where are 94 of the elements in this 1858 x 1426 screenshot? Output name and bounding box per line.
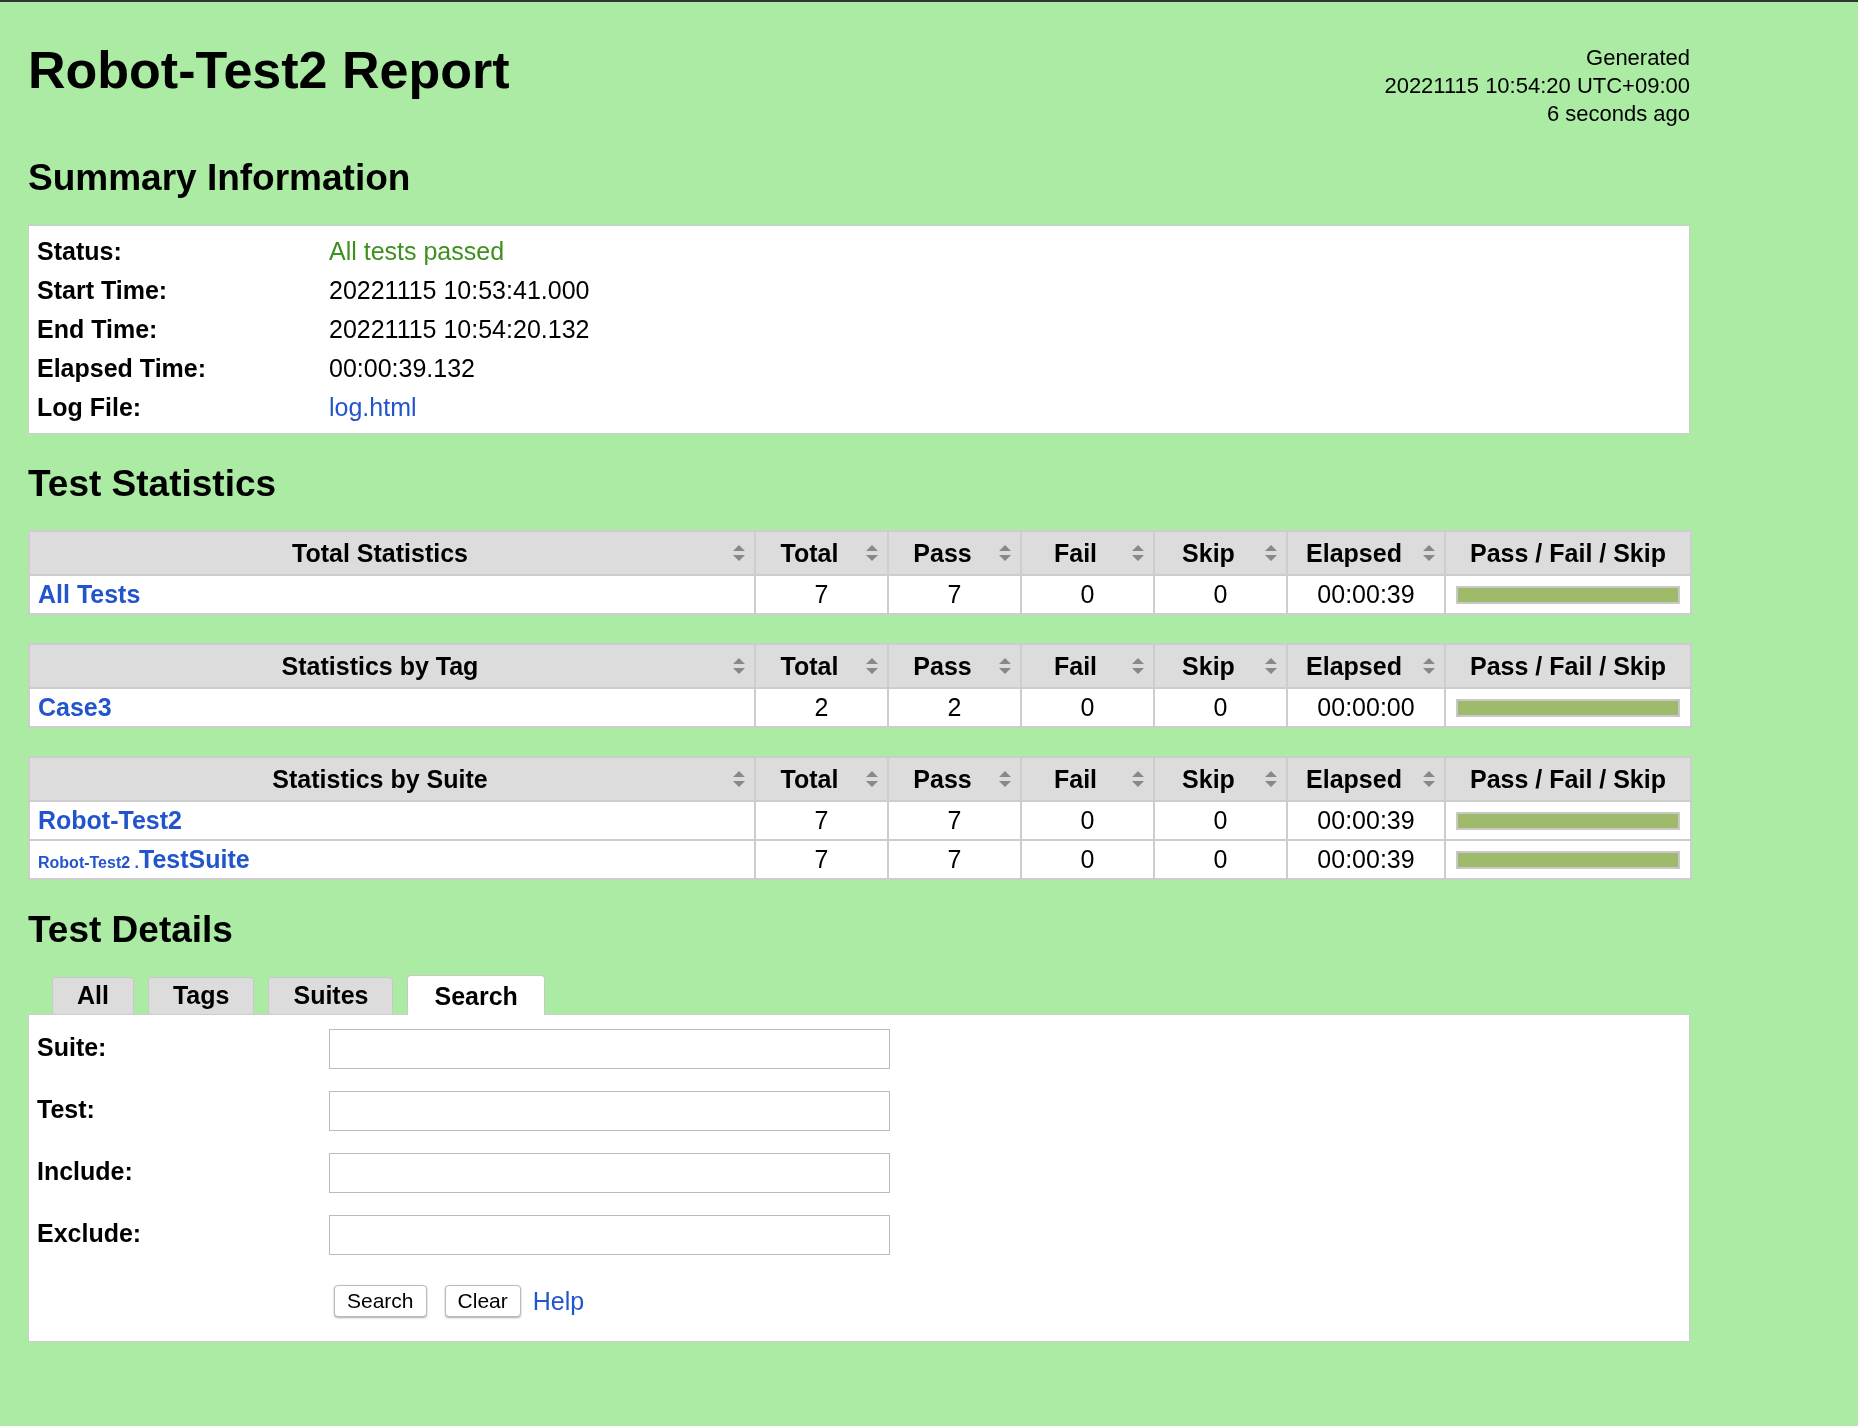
table-cell: 7	[888, 575, 1021, 615]
table-cell: 7	[755, 575, 888, 615]
table-cell: 0	[1154, 575, 1287, 615]
table-cell: 0	[1021, 575, 1154, 615]
table-cell: 2	[888, 688, 1021, 728]
tab[interactable]: Search	[407, 975, 545, 1016]
summary-label: End Time:	[37, 314, 159, 344]
summary-value: 00:00:39.132	[329, 353, 475, 383]
sort-icon[interactable]	[732, 657, 746, 676]
table-cell: 0	[1021, 840, 1154, 880]
sort-icon[interactable]	[998, 657, 1012, 676]
input-field[interactable]	[329, 1091, 890, 1132]
status-value: All tests passed	[329, 236, 505, 266]
statistics-link[interactable]: Case3	[38, 693, 112, 722]
summary-label: Start Time:	[37, 275, 169, 305]
field-label: Suite:	[37, 1032, 108, 1064]
column-header[interactable]: Elapsed	[1287, 644, 1445, 689]
tab[interactable]: All	[52, 977, 134, 1015]
report-title: Robot-Test2 Report	[28, 42, 510, 100]
table-cell: 7	[755, 801, 888, 841]
column-header[interactable]: Elapsed	[1287, 531, 1445, 576]
table-cell: 00:00:39	[1287, 801, 1445, 841]
column-header[interactable]: Pass	[888, 644, 1021, 689]
help-link[interactable]: Help	[532, 1286, 585, 1316]
input-field[interactable]	[329, 1029, 890, 1070]
sort-icon[interactable]	[1131, 770, 1145, 789]
sort-icon[interactable]	[865, 544, 879, 563]
sort-icon[interactable]	[865, 770, 879, 789]
column-header[interactable]: Fail	[1021, 531, 1154, 576]
column-header[interactable]: Elapsed	[1287, 757, 1445, 802]
table-cell: 0	[1021, 801, 1154, 841]
form-button[interactable]: Search	[334, 1285, 427, 1318]
table-cell: 0	[1154, 801, 1287, 841]
column-header[interactable]: Pass	[888, 531, 1021, 576]
sort-icon[interactable]	[732, 544, 746, 563]
column-header: Pass / Fail / Skip	[1445, 644, 1691, 689]
sort-icon[interactable]	[865, 657, 879, 676]
sort-icon[interactable]	[1264, 770, 1278, 789]
column-header: Pass / Fail / Skip	[1445, 531, 1691, 576]
input-field[interactable]	[329, 1153, 890, 1194]
tab[interactable]: Suites	[268, 977, 394, 1015]
sort-icon[interactable]	[1131, 544, 1145, 563]
form-button[interactable]: Clear	[444, 1285, 521, 1318]
column-header[interactable]: Skip	[1154, 644, 1287, 689]
summary-value: 20221115 10:53:41.000	[329, 275, 590, 305]
section-heading: Test Details	[28, 910, 234, 952]
sort-icon[interactable]	[998, 544, 1012, 563]
section-heading: Summary Information	[28, 158, 412, 199]
summary-label: Status:	[37, 236, 123, 266]
generated-info: Generated	[1585, 44, 1690, 72]
tab[interactable]: Tags	[147, 977, 255, 1015]
summary-value: 20221115 10:54:20.132	[329, 314, 590, 344]
statistics-link[interactable]: Robot-Test2	[38, 806, 182, 835]
sort-icon[interactable]	[1131, 657, 1145, 676]
table-cell: 00:00:39	[1287, 840, 1445, 880]
section-heading: Test Statistics	[28, 463, 278, 505]
sort-icon[interactable]	[732, 770, 746, 789]
column-header[interactable]: Statistics by Suite	[29, 757, 755, 802]
column-header[interactable]: Total	[755, 531, 888, 576]
column-header: Pass / Fail / Skip	[1445, 757, 1691, 802]
generated-info: 20221115 10:54:20 UTC+09:00	[1384, 72, 1690, 100]
column-header[interactable]: Skip	[1154, 757, 1287, 802]
field-label: Include:	[37, 1156, 134, 1188]
generated-info: 6 seconds ago	[1545, 100, 1690, 128]
column-header[interactable]: Statistics by Tag	[29, 644, 755, 689]
summary-label: Elapsed Time:	[37, 353, 208, 383]
sort-icon[interactable]	[1264, 657, 1278, 676]
field-label: Exclude:	[37, 1218, 143, 1250]
column-header[interactable]: Total	[755, 644, 888, 689]
table-cell: 7	[755, 840, 888, 880]
statistics-link[interactable]: All Tests	[38, 580, 141, 609]
summary-label: Log File:	[37, 392, 143, 422]
sort-icon[interactable]	[1422, 770, 1436, 789]
sort-icon[interactable]	[1422, 657, 1436, 676]
column-header[interactable]: Pass	[888, 757, 1021, 802]
table-cell: 7	[888, 801, 1021, 841]
sort-icon[interactable]	[1422, 544, 1436, 563]
table-cell: 7	[888, 840, 1021, 880]
table-cell: 00:00:00	[1287, 688, 1445, 728]
column-header[interactable]: Fail	[1021, 757, 1154, 802]
table-cell: 2	[755, 688, 888, 728]
column-header[interactable]: Skip	[1154, 531, 1287, 576]
table-cell: 0	[1021, 688, 1154, 728]
field-label: Test:	[37, 1094, 96, 1126]
input-field[interactable]	[329, 1215, 890, 1256]
log-link[interactable]: log.html	[329, 392, 417, 422]
table-cell: 0	[1154, 688, 1287, 728]
table-cell: 00:00:39	[1287, 575, 1445, 615]
column-header[interactable]: Total	[755, 757, 888, 802]
sort-icon[interactable]	[998, 770, 1012, 789]
sort-icon[interactable]	[1264, 544, 1278, 563]
table-cell: 0	[1154, 840, 1287, 880]
column-header[interactable]: Total Statistics	[29, 531, 755, 576]
column-header[interactable]: Fail	[1021, 644, 1154, 689]
